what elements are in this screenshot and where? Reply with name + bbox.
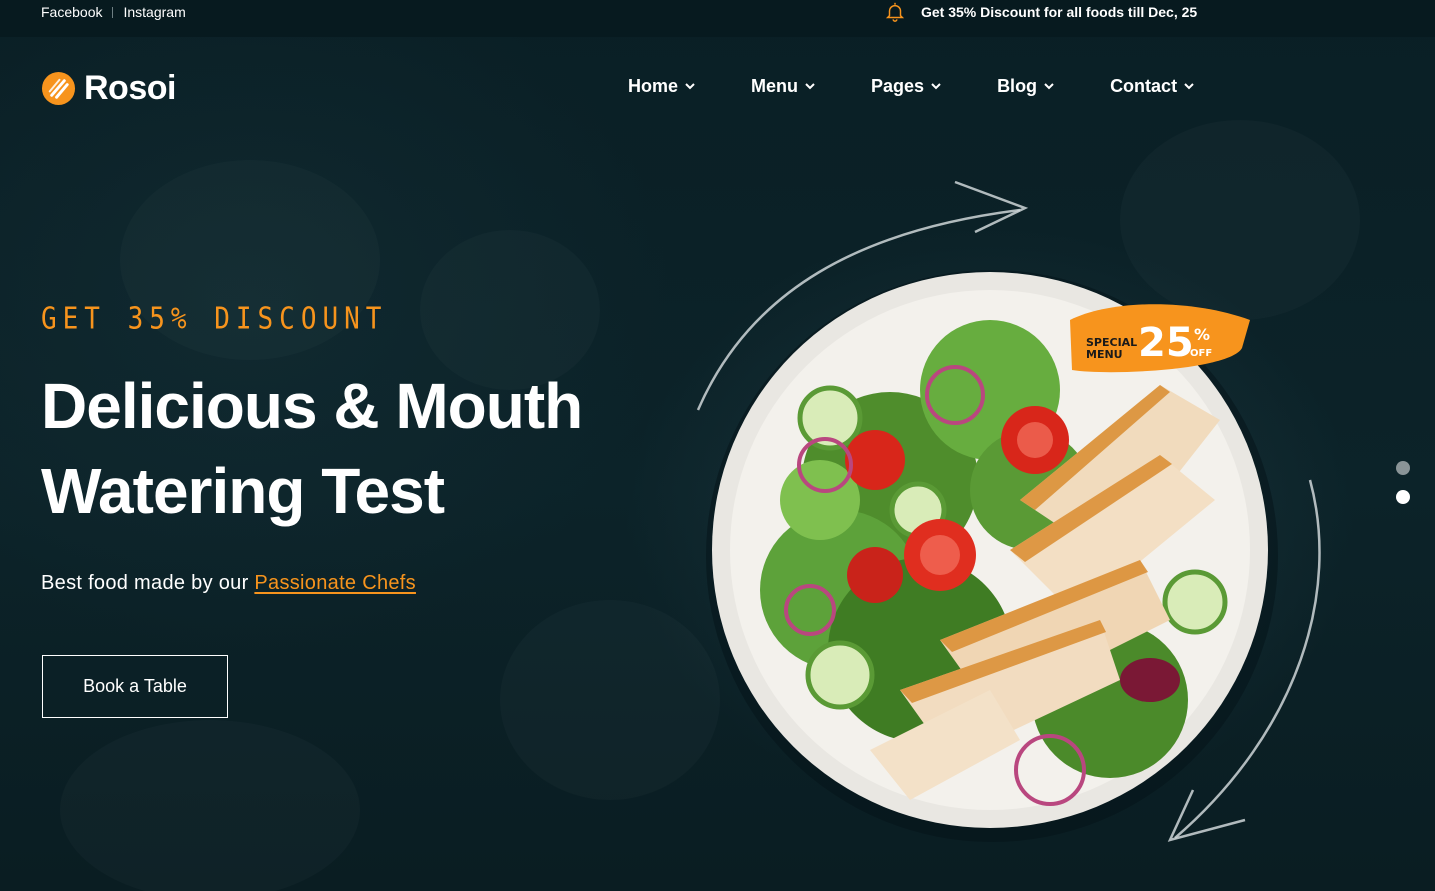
nav-item-menu[interactable]: Menu bbox=[751, 76, 815, 97]
badge-line-2: MENU bbox=[1086, 348, 1123, 361]
chevron-down-icon bbox=[805, 83, 815, 90]
nav-item-blog[interactable]: Blog bbox=[997, 76, 1054, 97]
slider-dot-2[interactable] bbox=[1396, 490, 1410, 504]
hero-eyebrow: GET 35% DISCOUNT bbox=[41, 302, 388, 337]
nav-label: Home bbox=[628, 76, 679, 96]
chevron-down-icon bbox=[1184, 83, 1194, 90]
badge-suffix: OFF bbox=[1190, 348, 1212, 359]
main-nav: Home Menu Pages Blog Contact bbox=[628, 76, 1194, 97]
nav-item-pages[interactable]: Pages bbox=[871, 76, 941, 97]
headline-line-2: Watering Test bbox=[41, 455, 445, 527]
nav-label: Contact bbox=[1110, 76, 1178, 96]
discount-badge: SPECIAL MENU 25 % OFF bbox=[1070, 304, 1250, 373]
announcement-text: Get 35% Discount for all foods till Dec,… bbox=[921, 4, 1198, 20]
headline-line-1: Delicious & Mouth bbox=[41, 370, 583, 442]
nav-item-home[interactable]: Home bbox=[628, 76, 695, 97]
chevron-down-icon bbox=[931, 83, 941, 90]
nav-label: Menu bbox=[751, 76, 799, 96]
slider-dot-1[interactable] bbox=[1396, 461, 1410, 475]
badge-percent: % bbox=[1194, 325, 1210, 344]
badge-value: 25 bbox=[1138, 320, 1194, 366]
chevron-down-icon bbox=[1044, 83, 1054, 90]
nav-label: Pages bbox=[871, 76, 925, 96]
arrow-head-top bbox=[954, 180, 1029, 234]
top-bar: Facebook Instagram Get 35% Discount for … bbox=[0, 0, 1435, 37]
announcement: Get 35% Discount for all foods till Dec,… bbox=[884, 0, 1197, 24]
nav-label: Blog bbox=[997, 76, 1038, 96]
social-divider bbox=[112, 6, 114, 18]
facebook-link[interactable]: Facebook bbox=[41, 4, 102, 20]
chevron-down-icon bbox=[685, 83, 695, 90]
nav-item-contact[interactable]: Contact bbox=[1110, 76, 1194, 97]
hero-headline: Delicious & Mouth Watering Test bbox=[41, 364, 681, 534]
subline-text: Best food made by our bbox=[41, 572, 255, 594]
book-table-button[interactable]: Book a Table bbox=[42, 655, 228, 718]
passionate-chefs-link[interactable]: Passionate Chefs bbox=[254, 572, 416, 594]
salad-plate-image: SPECIAL MENU 25 % OFF bbox=[696, 180, 1321, 842]
instagram-link[interactable]: Instagram bbox=[123, 4, 185, 20]
social-links: Facebook Instagram bbox=[41, 4, 186, 20]
logo-text: Rosoi bbox=[84, 69, 176, 107]
slider-pagination bbox=[1396, 461, 1410, 519]
fork-circle-icon bbox=[41, 71, 76, 106]
bell-icon bbox=[885, 2, 905, 22]
logo[interactable]: Rosoi bbox=[41, 69, 176, 108]
hero-subline: Best food made by our Passionate Chefs bbox=[41, 572, 416, 595]
